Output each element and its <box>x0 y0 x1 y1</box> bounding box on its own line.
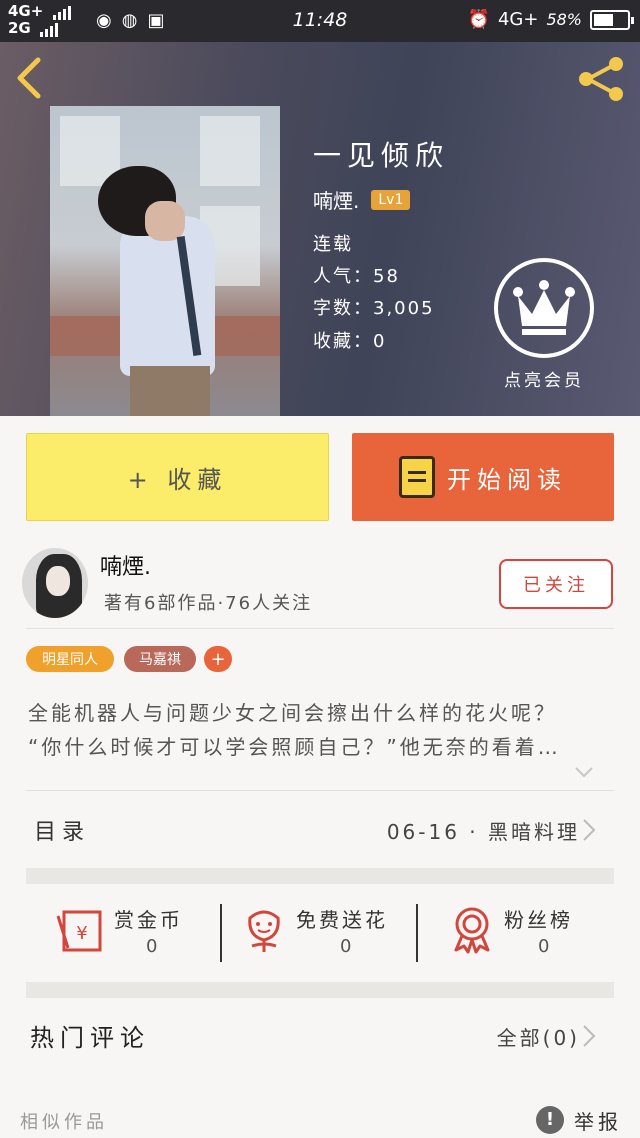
vertical-divider <box>416 904 418 962</box>
book-favorites: 收藏：0 <box>313 331 387 352</box>
collect-label: + 收藏 <box>127 465 228 494</box>
status-right: ⏰ 4G+ 58% <box>467 9 634 30</box>
network-type-right: 4G+ <box>497 9 539 30</box>
reward-count: 0 <box>538 936 550 957</box>
report-button[interactable]: 举报 <box>574 1106 622 1135</box>
divider <box>26 628 614 629</box>
battery-percent: 58% <box>546 10 582 29</box>
crown-icon <box>513 280 575 335</box>
comments-label: 热门评论 <box>30 1024 150 1052</box>
chevron-left-icon <box>17 57 41 99</box>
reward-label: 粉丝榜 <box>504 908 573 932</box>
follow-button[interactable]: 已关注 <box>499 559 613 609</box>
reward-label: 赏金币 <box>114 908 183 932</box>
book-icon <box>399 456 435 498</box>
reward-flowers[interactable]: 免费送花 0 <box>240 898 410 968</box>
svg-text:¥: ¥ <box>76 923 87 944</box>
reward-count: 0 <box>340 936 352 957</box>
author-meta: 著有6部作品·76人关注 <box>104 593 313 614</box>
tag-item[interactable]: 马嘉祺 <box>124 646 196 672</box>
share-icon <box>579 57 623 101</box>
chevron-right-icon <box>583 1025 596 1047</box>
reward-label: 免费送花 <box>296 908 388 932</box>
book-header: 一见倾欣 喃煙. Lv1 连载 人气：58 字数：3,005 收藏：0 点亮会员 <box>0 42 640 416</box>
book-author-row: 喃煙. Lv1 <box>313 185 411 214</box>
status-bar: 4G+ 2G ◉◍▣ 11:48 ⏰ 4G+ 58% <box>0 0 640 42</box>
book-author[interactable]: 喃煙. <box>313 185 359 214</box>
share-button[interactable] <box>576 56 626 102</box>
battery-icon <box>590 9 634 30</box>
start-reading-label: 开始阅读 <box>447 465 567 494</box>
chevron-down-icon[interactable] <box>574 762 594 782</box>
follow-label: 已关注 <box>523 575 589 596</box>
author-avatar[interactable] <box>22 548 88 618</box>
reward-fans-rank[interactable]: 粉丝榜 0 <box>450 898 620 968</box>
add-tag-button[interactable]: + <box>204 646 232 672</box>
back-button[interactable] <box>14 56 54 100</box>
section-separator <box>26 982 614 998</box>
section-separator <box>26 868 614 884</box>
comments-all: 全部(0) <box>496 1026 580 1050</box>
reward-coins[interactable]: ¥ 赏金币 0 <box>50 898 220 968</box>
summary-line-2: “你什么时候才可以学会照顾自己？”他无奈的看着… <box>28 735 561 759</box>
catalog-row[interactable]: 目录 06-16 · 黑暗料理 <box>26 800 614 860</box>
medal-icon <box>454 907 490 954</box>
vertical-divider <box>220 904 222 962</box>
red-envelope-icon: ¥ <box>56 910 102 952</box>
author-name[interactable]: 喃煙. <box>100 549 151 581</box>
vip-label: 点亮会员 <box>504 371 584 391</box>
alarm-icon: ⏰ <box>467 9 490 30</box>
reward-count: 0 <box>146 936 158 957</box>
comments-row[interactable]: 热门评论 全部(0) <box>26 1006 614 1066</box>
start-reading-button[interactable]: 开始阅读 <box>352 433 614 521</box>
divider <box>26 790 614 791</box>
level-badge: Lv1 <box>371 189 411 210</box>
book-status: 连载 <box>313 234 353 255</box>
vip-button[interactable] <box>494 258 594 358</box>
book-word-count: 字数：3,005 <box>313 298 435 319</box>
chevron-right-icon <box>583 819 596 841</box>
book-cover[interactable] <box>50 106 280 416</box>
collect-button[interactable]: + 收藏 <box>26 433 329 521</box>
flower-icon <box>248 910 280 952</box>
report-icon[interactable]: ! <box>536 1106 564 1134</box>
book-title: 一见倾欣 <box>313 139 450 172</box>
book-popularity: 人气：58 <box>313 266 400 287</box>
catalog-label: 目录 <box>34 820 91 845</box>
summary-line-1: 全能机器人与问题少女之间会擦出什么样的花火呢？ <box>28 701 557 725</box>
tag-item[interactable]: 明星同人 <box>26 646 114 672</box>
catalog-latest: 06-16 · 黑暗料理 <box>386 820 580 844</box>
similar-works-label: 相似作品 <box>20 1112 108 1133</box>
